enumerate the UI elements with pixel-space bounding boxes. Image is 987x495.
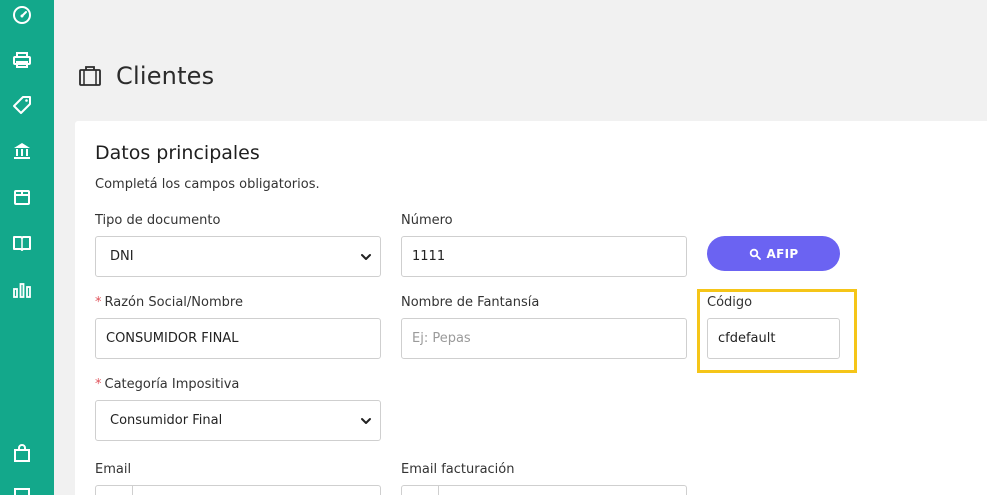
categoria-impositiva-value: Consumidor Final	[110, 413, 223, 428]
chevron-down-icon	[361, 418, 371, 424]
tag-icon[interactable]	[10, 93, 34, 117]
search-icon	[749, 248, 761, 260]
razon-social-input[interactable]: CONSUMIDOR FINAL	[95, 318, 381, 359]
email-facturacion-input[interactable]	[401, 485, 687, 495]
nombre-fantasia-placeholder: Ej: Pepas	[412, 331, 471, 346]
categoria-impositiva-select[interactable]: Consumidor Final	[95, 400, 381, 441]
printer-icon[interactable]	[10, 48, 34, 72]
razon-social-label: * Razón Social/Nombre	[95, 295, 243, 310]
tipo-documento-value: DNI	[110, 249, 134, 264]
email-facturacion-prefix	[402, 486, 439, 495]
categoria-impositiva-label-text: Categoría Impositiva	[104, 377, 240, 392]
book-icon[interactable]	[10, 231, 34, 255]
email-label: Email	[95, 462, 132, 477]
shopping-bag-icon[interactable]	[10, 441, 34, 465]
more-icon[interactable]	[10, 484, 34, 495]
bar-chart-icon[interactable]	[10, 278, 34, 302]
box-icon[interactable]	[10, 185, 34, 209]
numero-value: 1111	[412, 249, 446, 264]
form-card: Datos principales Completá los campos ob…	[75, 121, 987, 495]
section-title: Datos principales	[95, 142, 260, 164]
codigo-label: Código	[707, 295, 753, 310]
dashboard-gauge-icon[interactable]	[10, 3, 34, 27]
required-mark: *	[95, 377, 102, 392]
email-input[interactable]	[95, 485, 381, 495]
codigo-value: cfdefault	[718, 331, 776, 346]
briefcase-icon	[79, 66, 101, 86]
page-header: Clientes	[78, 62, 214, 90]
numero-input[interactable]: 1111	[401, 236, 687, 277]
required-mark: *	[95, 295, 102, 310]
sidebar	[0, 0, 54, 495]
afip-button-label: AFIP	[766, 246, 799, 261]
bank-icon[interactable]	[10, 139, 34, 163]
razon-social-value: CONSUMIDOR FINAL	[106, 331, 239, 346]
tipo-documento-label: Tipo de documento	[95, 213, 221, 228]
email-prefix	[96, 486, 133, 495]
afip-button[interactable]: AFIP	[707, 236, 840, 271]
tipo-documento-select[interactable]: DNI	[95, 236, 381, 277]
page-title: Clientes	[116, 62, 215, 90]
codigo-input[interactable]: cfdefault	[707, 318, 840, 359]
numero-label: Número	[401, 213, 453, 228]
nombre-fantasia-label: Nombre de Fantansía	[401, 295, 540, 310]
chevron-down-icon	[361, 254, 371, 260]
nombre-fantasia-input[interactable]: Ej: Pepas	[401, 318, 687, 359]
email-facturacion-label: Email facturación	[401, 462, 515, 477]
razon-social-label-text: Razón Social/Nombre	[104, 295, 243, 310]
section-subtitle: Completá los campos obligatorios.	[95, 177, 320, 192]
categoria-impositiva-label: * Categoría Impositiva	[95, 377, 239, 392]
